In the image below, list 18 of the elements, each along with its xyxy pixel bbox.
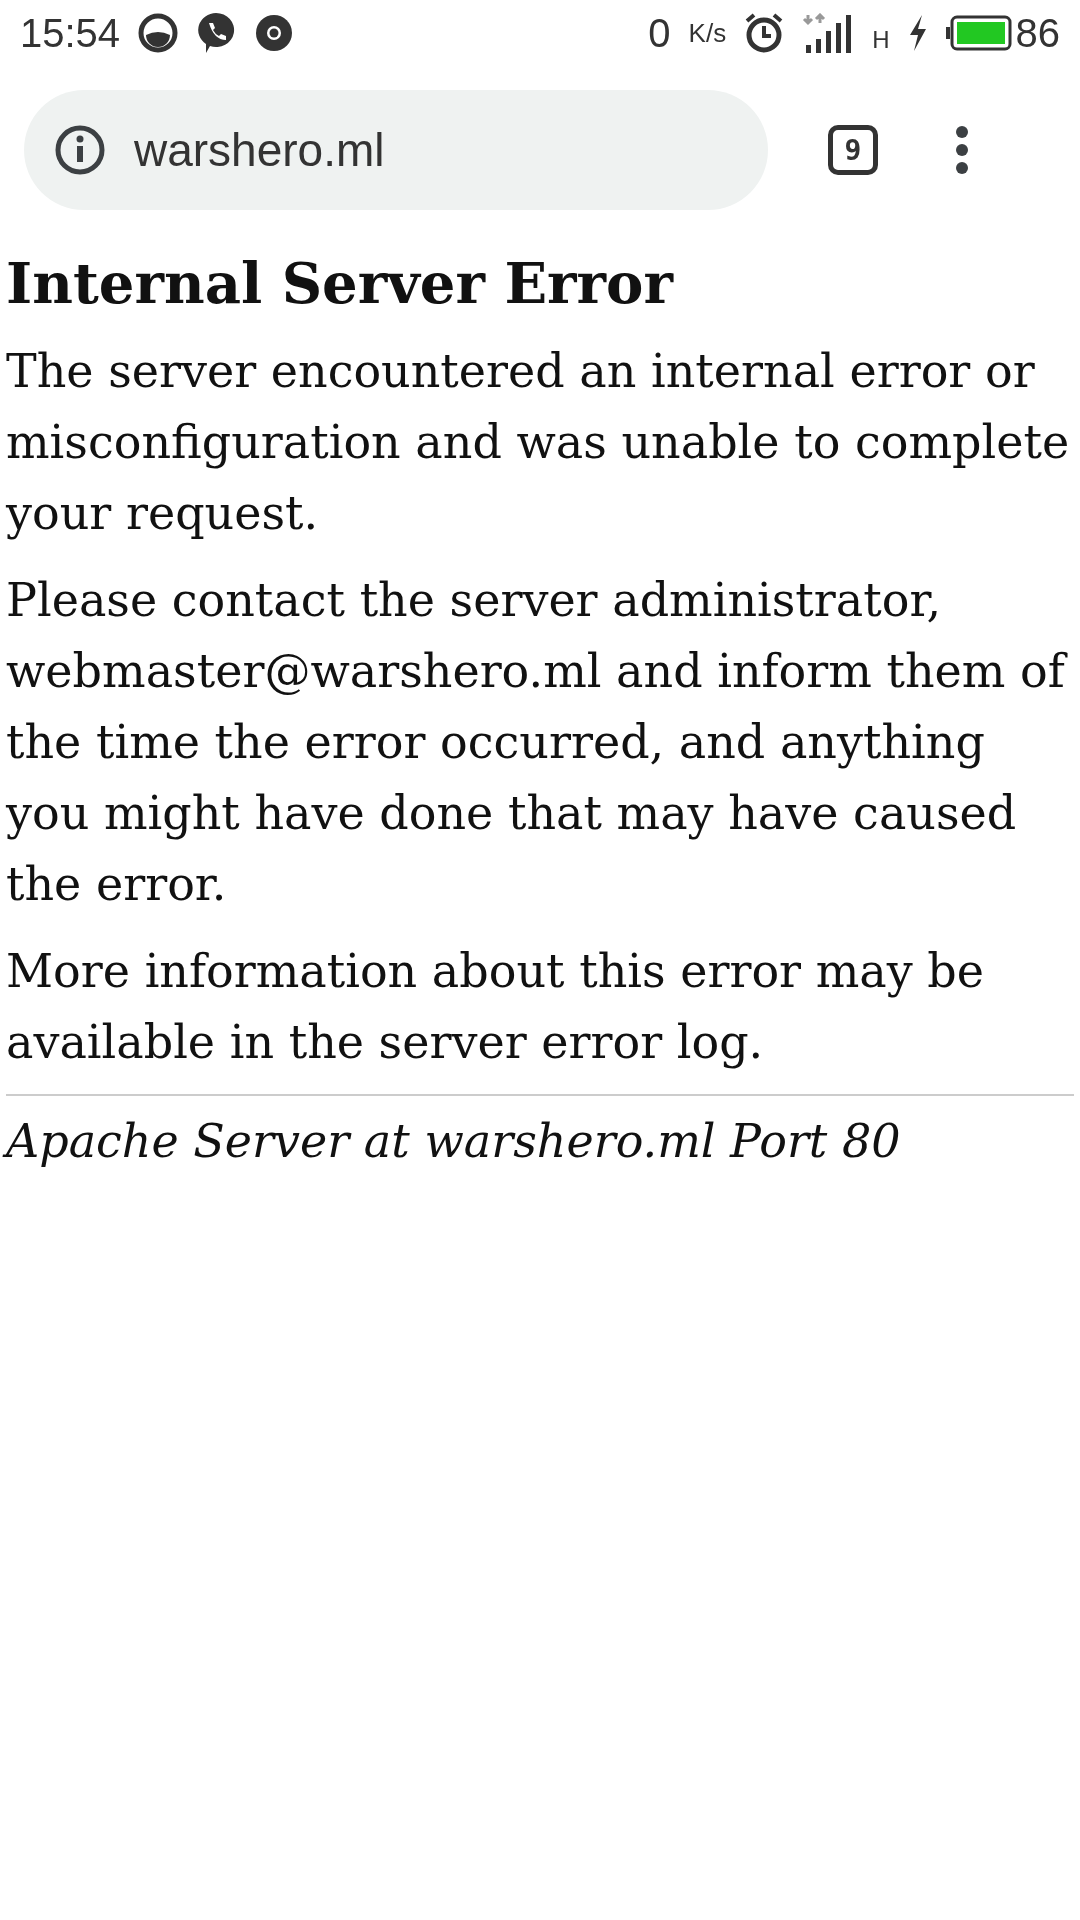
battery-icon [945, 15, 1012, 51]
battery-percent: 86 [1015, 13, 1060, 53]
speed-value: 0 [648, 13, 671, 53]
speed-unit: K/s [688, 20, 727, 46]
error-paragraph: More information about this error may be available in the server error log. [6, 943, 986, 1071]
address-bar[interactable]: warshero.ml [24, 90, 768, 210]
error-paragraph: The server encountered an internal error or misconfiguration and was unable to complete your request. [6, 343, 1071, 542]
network-type: H [872, 28, 890, 52]
alarm-icon [744, 13, 785, 53]
info-icon [54, 124, 106, 176]
status-time: 15:54 [20, 13, 121, 53]
tab-count-button[interactable]: 9 [828, 125, 878, 175]
error-heading: Internal Server Error [6, 250, 675, 316]
error-paragraph: Please contact the server administrator, webmaster@warshero.ml and inform them of the time the error occurred, and anything you might have done that may have caused the error. [6, 565, 1072, 920]
url-text: warshero.ml [134, 123, 385, 177]
phone-chat-icon [196, 11, 237, 55]
charging-icon [907, 15, 928, 51]
circle-app-icon [138, 13, 179, 53]
